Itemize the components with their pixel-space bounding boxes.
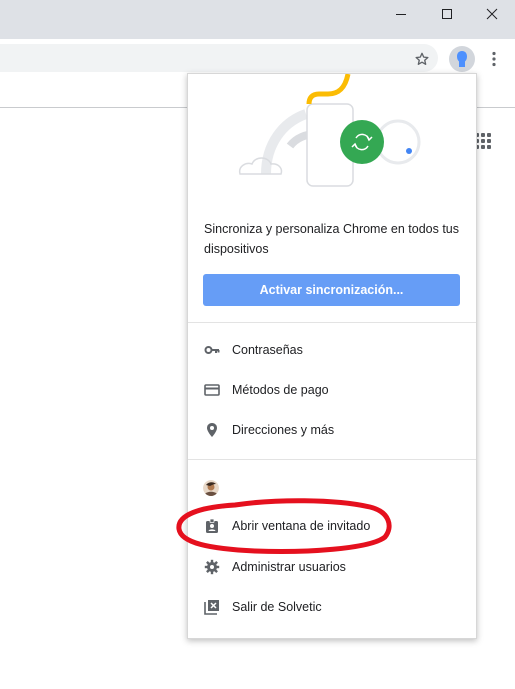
menu-item-label: Contraseñas <box>232 343 303 357</box>
menu-item-label: Salir de Solvetic <box>232 600 322 614</box>
menu-divider <box>188 322 476 323</box>
maximize-button[interactable] <box>424 0 470 28</box>
menu-item-addresses[interactable]: Direcciones y más <box>188 410 476 450</box>
profile-button[interactable] <box>449 46 475 72</box>
menu-item-passwords[interactable]: Contraseñas <box>188 330 476 370</box>
profile-menu: Sincroniza y personaliza Chrome en todos… <box>187 73 477 639</box>
maximize-icon <box>442 9 452 19</box>
sync-illustration <box>188 74 476 204</box>
exit-profile-icon <box>204 599 220 615</box>
minimize-button[interactable] <box>378 0 424 28</box>
credit-card-icon <box>204 382 220 398</box>
activate-sync-button[interactable]: Activar sincronización... <box>203 274 460 306</box>
guest-badge-icon <box>204 518 220 534</box>
key-icon <box>204 342 220 358</box>
bookmark-star-button[interactable] <box>411 48 433 70</box>
menu-item-label: Métodos de pago <box>232 383 329 397</box>
more-vert-icon <box>492 51 496 67</box>
menu-item-exit-profile[interactable]: Salir de Solvetic <box>188 587 476 627</box>
gear-icon <box>204 559 220 575</box>
menu-item-open-guest-window[interactable]: Abrir ventana de invitado <box>188 506 476 546</box>
menu-item-label: Direcciones y más <box>232 423 335 437</box>
apps-grid-icon[interactable] <box>475 133 491 149</box>
close-window-button[interactable] <box>469 0 515 28</box>
chrome-menu-button[interactable] <box>487 48 501 70</box>
address-bar[interactable] <box>0 44 438 72</box>
sync-promo-text: Sincroniza y personaliza Chrome en todos… <box>204 222 459 256</box>
menu-divider <box>188 459 476 460</box>
profile-avatar-icon <box>457 51 467 67</box>
menu-item-manage-users[interactable]: Administrar usuarios <box>188 547 476 587</box>
menu-item-label: Administrar usuarios <box>232 560 346 574</box>
title-bar <box>0 0 515 39</box>
star-icon <box>415 52 429 65</box>
menu-item-payment-methods[interactable]: Métodos de pago <box>188 370 476 410</box>
location-pin-icon <box>204 422 220 438</box>
minimize-icon <box>396 14 406 15</box>
menu-item-label: Abrir ventana de invitado <box>232 519 371 533</box>
user-photo-icon[interactable] <box>203 480 219 496</box>
close-icon <box>486 8 498 20</box>
